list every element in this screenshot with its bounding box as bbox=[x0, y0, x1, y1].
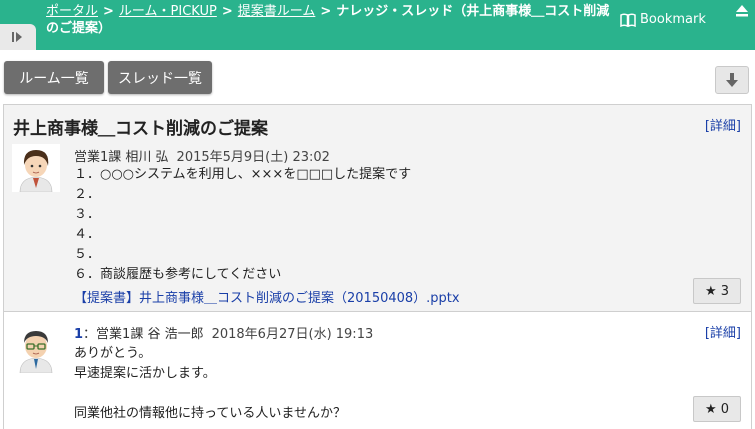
thread-list-button[interactable]: スレッド一覧 bbox=[108, 61, 212, 94]
reply-detail-link[interactable]: [詳細] bbox=[705, 322, 741, 341]
bookmark-button[interactable]: Bookmark bbox=[620, 12, 706, 27]
breadcrumb-separator: > bbox=[320, 4, 332, 19]
reply-star-button[interactable]: ★ 0 bbox=[693, 396, 741, 422]
reply-line bbox=[74, 384, 346, 404]
breadcrumb-separator: > bbox=[221, 4, 233, 19]
post-line: １．○○○システムを利用し、×××を□□□した提案です bbox=[74, 167, 412, 182]
breadcrumb-portal[interactable]: ポータル bbox=[46, 4, 98, 19]
star-icon: ★ bbox=[705, 401, 717, 417]
top-header: ポータル > ルーム・PICKUP > 提案書ルーム > ナレッジ・スレッド（井上商事様＿コ… bbox=[0, 0, 755, 50]
reply-avatar bbox=[12, 325, 60, 373]
post-line: ５． bbox=[74, 247, 101, 262]
post-body: １．○○○システムを利用し、×××を□□□した提案です ２． ３． ４． ５． … bbox=[74, 165, 411, 285]
attachment-link[interactable]: 【提案書】井上商事様＿コスト削減のご提案（20150408）.pptx bbox=[74, 287, 460, 306]
star-icon: ★ bbox=[705, 283, 717, 299]
star-count: 3 bbox=[720, 283, 729, 299]
post-line: ６．商談履歴も参考にしてください bbox=[74, 267, 282, 282]
scroll-top-button[interactable] bbox=[728, 0, 755, 22]
sidebar-toggle-button[interactable] bbox=[0, 24, 36, 50]
post-line: ２． bbox=[74, 187, 101, 202]
eject-up-icon bbox=[735, 5, 748, 17]
breadcrumb: ポータル > ルーム・PICKUP > 提案書ルーム > ナレッジ・スレッド（井上商事様＿コ… bbox=[46, 3, 612, 37]
thread-panel: 井上商事様＿コスト削減のご提案 [詳細] 営業1課 相川 弘 2015年5月9日(… bbox=[3, 104, 752, 429]
reply-meta: 1：営業1課 谷 浩一郎 2018年6月27日(水) 19:13 bbox=[74, 323, 373, 342]
post-date: 2015年5月9日(土) 23:02 bbox=[176, 150, 330, 165]
breadcrumb-room-pickup[interactable]: ルーム・PICKUP bbox=[119, 4, 217, 19]
post-meta: 営業1課 相川 弘 2015年5月9日(土) 23:02 bbox=[74, 146, 330, 165]
arrow-down-icon bbox=[726, 73, 738, 87]
detail-link[interactable]: [詳細] bbox=[705, 115, 741, 134]
reply-author[interactable]: ：営業1課 谷 浩一郎 bbox=[83, 327, 204, 342]
sidebar-expand-icon bbox=[12, 32, 22, 42]
breadcrumb-separator: > bbox=[103, 4, 114, 19]
scroll-down-button[interactable] bbox=[715, 66, 749, 94]
bookmark-label: Bookmark bbox=[640, 12, 706, 27]
book-icon bbox=[620, 13, 636, 27]
room-list-button[interactable]: ルーム一覧 bbox=[4, 61, 104, 94]
post-line: ４． bbox=[74, 227, 101, 242]
reply-line: ありがとう。 bbox=[74, 346, 152, 361]
reply-line: 早速提案に活かします。 bbox=[74, 366, 216, 381]
avatar bbox=[12, 144, 60, 192]
thread-main-post: 井上商事様＿コスト削減のご提案 [詳細] 営業1課 相川 弘 2015年5月9日(… bbox=[4, 105, 751, 312]
thread-title: 井上商事様＿コスト削減のご提案 bbox=[13, 119, 268, 139]
reply-number[interactable]: 1 bbox=[74, 327, 83, 342]
breadcrumb-proposal-room[interactable]: 提案書ルーム bbox=[238, 4, 316, 19]
post-line: ３． bbox=[74, 207, 101, 222]
toolbar: ルーム一覧 スレッド一覧 bbox=[0, 50, 755, 102]
reply-line: 同業他社の情報他に持っている人いませんか？ bbox=[74, 406, 346, 421]
star-button[interactable]: ★ 3 bbox=[693, 278, 741, 304]
reply-body: ありがとう。 早速提案に活かします。 同業他社の情報他に持っている人いませんか？ bbox=[74, 344, 346, 424]
reply-star-count: 0 bbox=[720, 401, 729, 417]
post-author[interactable]: 営業1課 相川 弘 bbox=[74, 150, 169, 165]
reply-date: 2018年6月27日(水) 19:13 bbox=[211, 327, 374, 342]
